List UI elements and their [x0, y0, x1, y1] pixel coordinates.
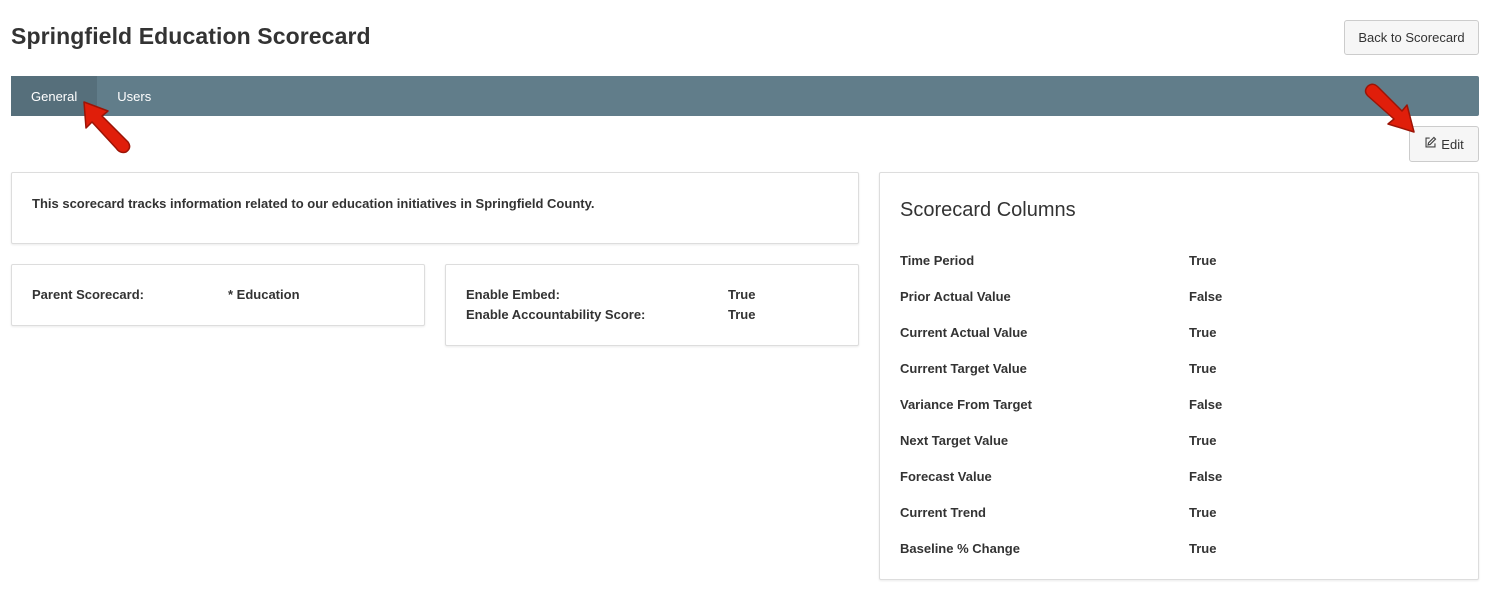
scorecard-description: This scorecard tracks information relate… [32, 196, 595, 211]
column-label: Prior Actual Value [900, 289, 1011, 304]
column-value: False [1189, 289, 1223, 304]
column-label: Time Period [900, 253, 975, 268]
enable-embed-label: Enable Embed: [466, 287, 560, 302]
column-label: Next Target Value [900, 433, 1009, 448]
column-value: True [1189, 325, 1217, 340]
tab-bar: General Users [11, 76, 1479, 116]
column-row: Baseline % Change True [900, 541, 1460, 561]
column-label: Current Actual Value [900, 325, 1028, 340]
enable-accountability-value: True [728, 307, 756, 322]
column-value: False [1189, 469, 1223, 484]
back-to-scorecard-button[interactable]: Back to Scorecard [1344, 20, 1479, 55]
column-label: Current Target Value [900, 361, 1027, 376]
column-row: Variance From Target False [900, 397, 1460, 417]
column-value: False [1189, 397, 1223, 412]
edit-icon [1424, 136, 1437, 152]
column-label: Forecast Value [900, 469, 992, 484]
parent-scorecard-panel: Parent Scorecard: * Education [11, 264, 425, 326]
column-row: Next Target Value True [900, 433, 1460, 453]
enable-embed-value: True [728, 287, 756, 302]
column-row: Current Actual Value True [900, 325, 1460, 345]
column-row: Current Target Value True [900, 361, 1460, 381]
column-value: True [1189, 541, 1217, 556]
column-value: True [1189, 361, 1217, 376]
edit-label: Edit [1441, 136, 1464, 152]
tab-general[interactable]: General [11, 76, 98, 116]
scorecard-columns-panel: Scorecard Columns Time Period True Prior… [879, 172, 1479, 580]
column-value: True [1189, 253, 1217, 268]
edit-button[interactable]: Edit [1409, 126, 1479, 162]
page-title: Springfield Education Scorecard [11, 23, 371, 49]
settings-panel: Enable Embed: True Enable Accountability… [445, 264, 859, 346]
enable-accountability-label: Enable Accountability Score: [466, 307, 646, 322]
description-panel: This scorecard tracks information relate… [11, 172, 859, 244]
column-row: Forecast Value False [900, 469, 1460, 489]
column-label: Variance From Target [900, 397, 1032, 412]
parent-scorecard-value: * Education [228, 287, 300, 302]
column-label: Baseline % Change [900, 541, 1020, 556]
column-row: Prior Actual Value False [900, 289, 1460, 309]
scorecard-columns-title: Scorecard Columns [900, 199, 1076, 221]
column-row: Time Period True [900, 253, 1460, 273]
parent-scorecard-label: Parent Scorecard: [32, 287, 144, 302]
column-value: True [1189, 505, 1217, 520]
tab-users[interactable]: Users [97, 76, 171, 116]
column-value: True [1189, 433, 1217, 448]
column-label: Current Trend [900, 505, 986, 520]
column-row: Current Trend True [900, 505, 1460, 525]
